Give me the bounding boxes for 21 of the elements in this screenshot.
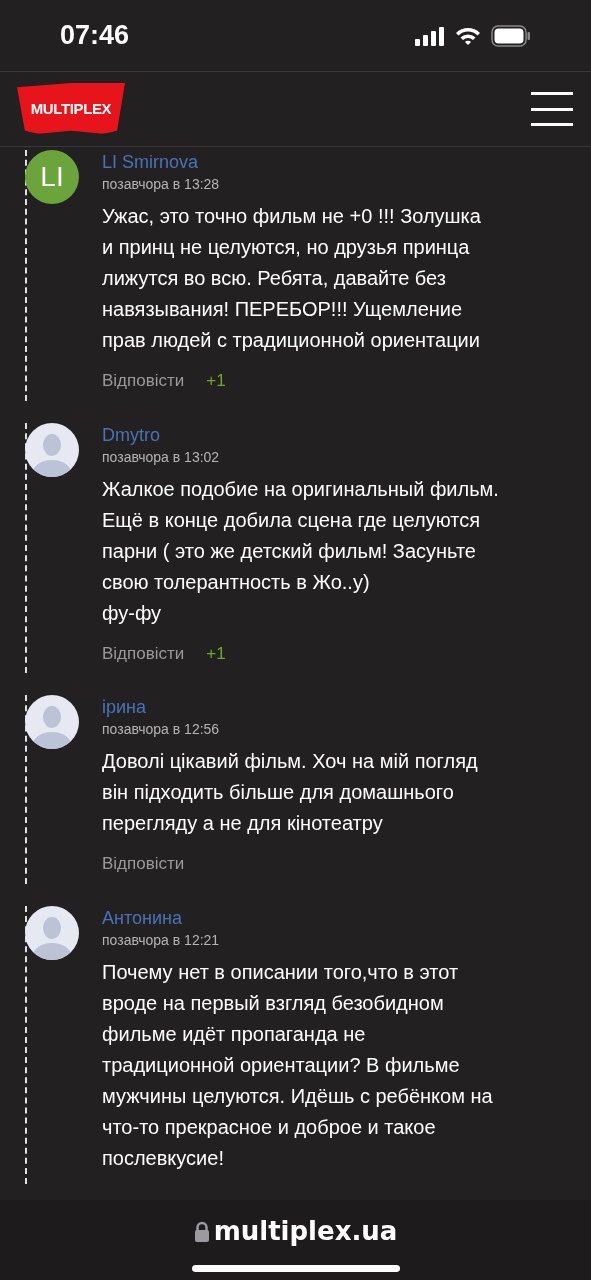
vote-count: +1 bbox=[206, 370, 226, 392]
author-name[interactable]: Антонина bbox=[102, 905, 572, 930]
avatar: LI bbox=[25, 150, 79, 204]
author-name[interactable]: LI Smirnova bbox=[102, 150, 572, 174]
comment-date: позавчора в 13:28 bbox=[102, 175, 221, 194]
comment-date: позавчора в 13:02 bbox=[102, 447, 221, 467]
comment-text: Жалкое подобие на оригинальный фильм. Ещё в конце добила сцена где целуются парни ( это же детский фильм! Засуньте свою толерантность в Жо..у) фу-фу bbox=[102, 476, 500, 626]
comment-date: позавчора в 12:56 bbox=[102, 720, 221, 739]
url-text[interactable]: multiplex.ua bbox=[213, 1212, 398, 1251]
comment-date: позавчора в 12:21 bbox=[102, 930, 221, 950]
multiplex-logo[interactable]: MULTIPLEX bbox=[17, 83, 125, 135]
status-time: 07:46 bbox=[60, 19, 130, 53]
vote-count: +1 bbox=[206, 642, 226, 665]
reply-link[interactable]: Відповісти bbox=[102, 368, 185, 394]
comment-text: Почему нет в описании того,что в этот вроде на первый взгляд безобидном фильме идёт пропаганда не традиционной ориентации? В фильме мужчины целуются. Идёшь с ребёнком на что-то прекрасное и доброе и такое послевкусие! bbox=[102, 959, 494, 1171]
author-name[interactable]: ірина bbox=[102, 695, 572, 719]
comment-text: Доволі цікавий фільм. Хоч на мій погляд він підходить більше для домашнього перегляду а не для кінотеатру bbox=[102, 749, 479, 836]
reply-link[interactable]: Відповісти bbox=[102, 851, 185, 877]
author-name[interactable]: Dmytro bbox=[102, 422, 572, 447]
comment-text: Ужас, это точно фильм не +0 !!! Золушка и принц не целуются, но друзья принца лижутся во всю. Ребята, давайте без навязывания! ПЕРЕБОР!!! Ущемление прав людей с традиционной ориентации bbox=[102, 204, 482, 353]
reply-link[interactable]: Відповісти bbox=[102, 640, 185, 666]
